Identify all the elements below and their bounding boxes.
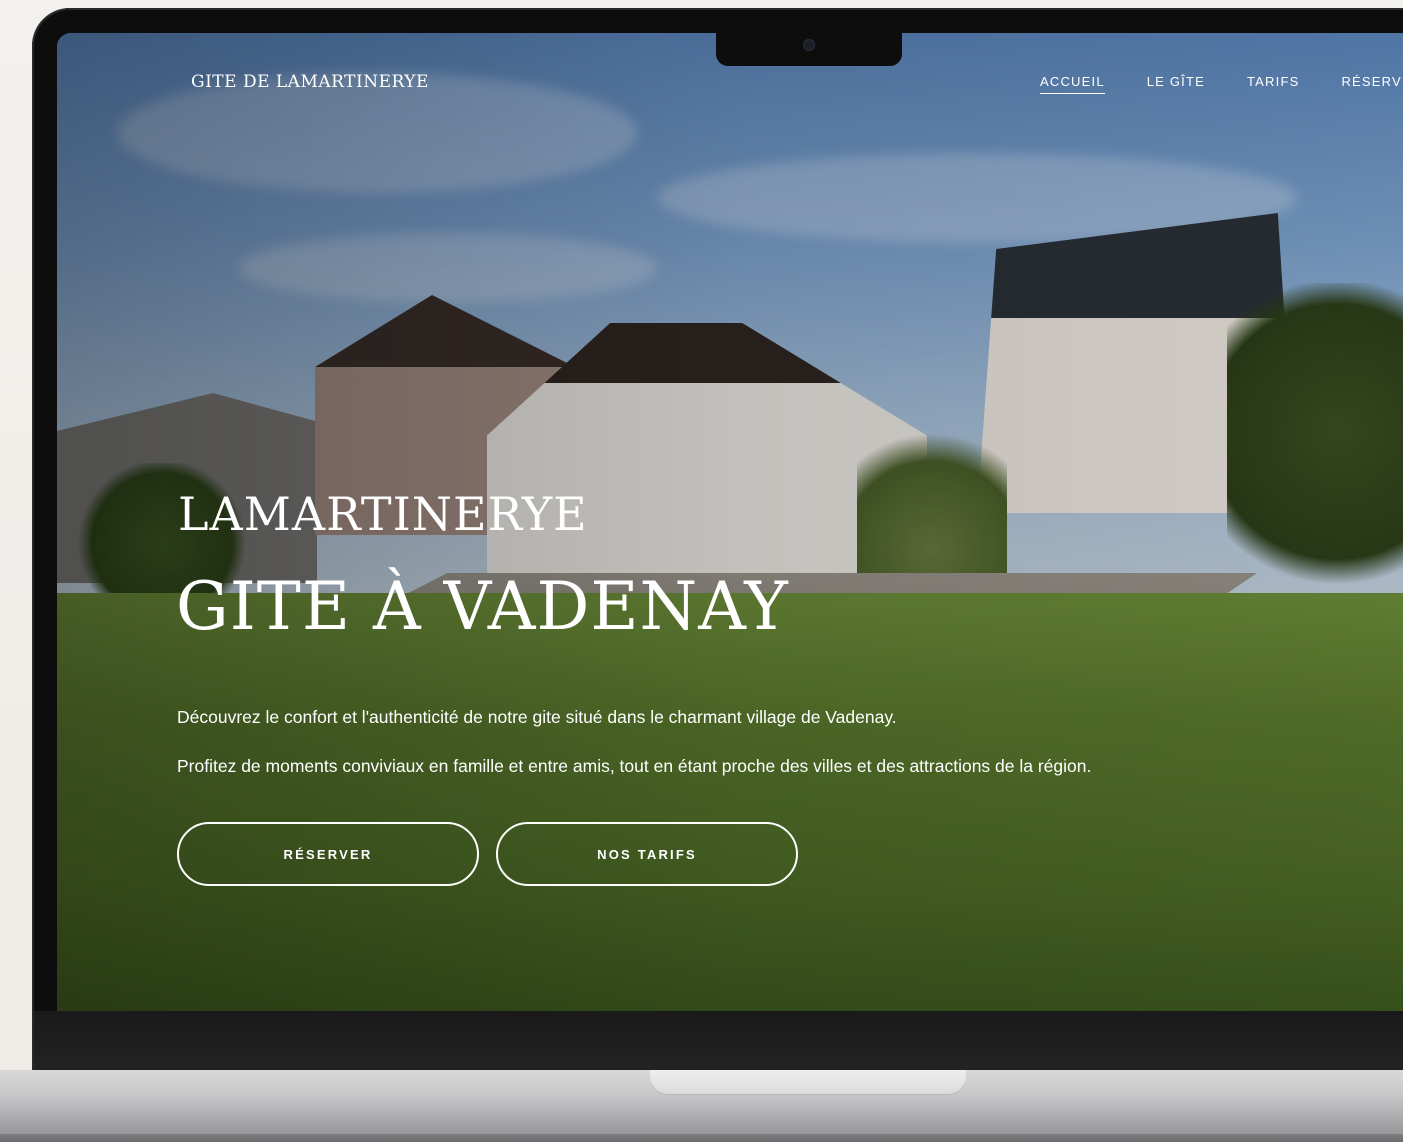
- tarifs-button[interactable]: NOS TARIFS: [496, 822, 798, 886]
- hero-title: GITE À VADENAY: [176, 568, 789, 645]
- laptop-opening-lip: [650, 1070, 966, 1094]
- nav-item-reserver[interactable]: RÉSERV: [1341, 74, 1401, 94]
- hero-description-line-2: Profitez de moments conviviaux en famill…: [177, 756, 1092, 776]
- nav-item-tarifs[interactable]: TARIFS: [1247, 74, 1299, 94]
- reserve-button[interactable]: RÉSERVER: [177, 822, 479, 886]
- nav-item-le-gite[interactable]: LE GÎTE: [1147, 74, 1205, 94]
- nav-item-accueil[interactable]: ACCUEIL: [1040, 74, 1105, 94]
- laptop-base-edge: [0, 1134, 1403, 1142]
- camera-icon: [804, 40, 814, 50]
- hero-description-line-1: Découvrez le confort et l'authenticité d…: [177, 707, 897, 727]
- site-logo[interactable]: GITE DE LAMARTINERYE: [191, 72, 429, 92]
- laptop-chin: [34, 1011, 1403, 1073]
- hero-kicker: LAMARTINERYE: [178, 487, 588, 541]
- main-nav: ACCUEIL LE GÎTE TARIFS RÉSERV: [1040, 74, 1402, 94]
- laptop-mockup-stage: GITE DE LAMARTINERYE ACCUEIL LE GÎTE TAR…: [0, 0, 1403, 1142]
